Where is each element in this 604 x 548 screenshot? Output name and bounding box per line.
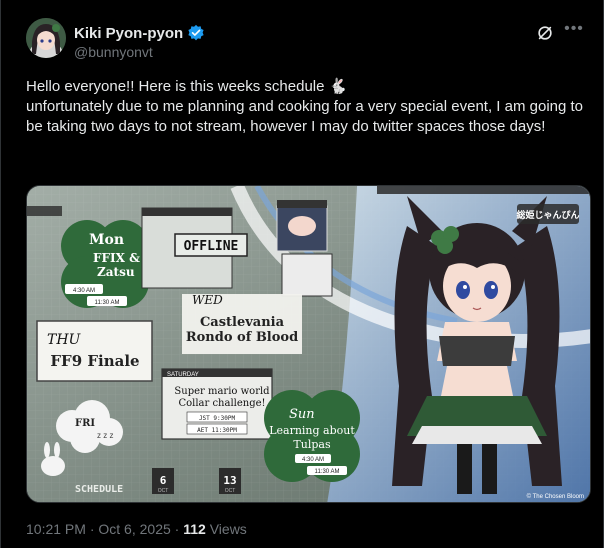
- month-end: OCT: [225, 488, 236, 494]
- sat-time-2: AET 11:30PM: [197, 427, 237, 434]
- tweet-text-line-2: unfortunately due to me planning and coo…: [26, 98, 584, 135]
- sat-title-1: Super mario world: [174, 386, 270, 397]
- author-display-name[interactable]: Kiki Pyon-pyon: [74, 25, 183, 42]
- date-end: 13: [223, 474, 236, 487]
- mon-day-label: Mon: [89, 232, 124, 248]
- tweet-meta: 10:21 PM · Oct 6, 2025 · 112 Views: [26, 521, 247, 537]
- meta-separator: ·: [89, 521, 95, 537]
- logo-text: 総姫じゃんぴん: [516, 209, 579, 220]
- tweet-card: Kiki Pyon-pyon @bunnyonvt ••• Hello ever…: [0, 0, 604, 548]
- grok-icon[interactable]: [536, 24, 554, 42]
- tweet-header: Kiki Pyon-pyon @bunnyonvt •••: [26, 18, 586, 62]
- month-start: OCT: [158, 488, 169, 494]
- author-handle[interactable]: @bunnyonvt: [74, 44, 153, 60]
- thu-day-label: THU: [47, 332, 82, 348]
- meta-separator-2: ·: [174, 521, 180, 537]
- credit-text: © The Chosen Bloom: [527, 493, 584, 500]
- sun-time-2: 11:30 AM: [315, 469, 340, 475]
- fri-label: FRI: [75, 418, 95, 429]
- avatar[interactable]: [26, 18, 66, 58]
- tweet-text: Hello everyone!! Here is this weeks sche…: [26, 77, 591, 137]
- sat-time-1: JST 9:30PM: [199, 415, 236, 422]
- tweet-text-line-1: Hello everyone!! Here is this weeks sche…: [26, 78, 348, 95]
- mon-time-2: 11:30 AM: [95, 300, 120, 306]
- sat-title-2: Collar challenge!: [178, 398, 265, 409]
- mon-time-1: 4:30 AM: [73, 288, 95, 294]
- mon-title-2: Zatsu: [97, 265, 135, 279]
- schedule-graphic: Mon FFIX & Zatsu 4:30 AM 11:30 AM OFFLIN…: [27, 186, 590, 502]
- offline-label: OFFLINE: [184, 239, 239, 254]
- sun-time-1: 4:30 AM: [302, 457, 324, 463]
- date-start: 6: [160, 474, 167, 487]
- verified-badge-icon: [188, 24, 204, 41]
- schedule-word: SCHEDULE: [75, 484, 123, 495]
- views-label: Views: [209, 521, 247, 537]
- sun-title-2: Tulpas: [293, 438, 331, 451]
- tweet-time[interactable]: 10:21 PM: [26, 521, 86, 537]
- mon-title-1: FFIX &: [93, 251, 140, 265]
- sun-title-1: Learning about: [269, 424, 355, 437]
- avatar-image: [26, 18, 66, 58]
- wed-title-2: Rondo of Blood: [186, 330, 298, 345]
- sun-day-label: Sun: [289, 407, 315, 422]
- tweet-media-image[interactable]: Mon FFIX & Zatsu 4:30 AM 11:30 AM OFFLIN…: [26, 185, 591, 503]
- fri-sleep-z: z z z: [97, 431, 113, 440]
- thu-title: FF9 Finale: [50, 352, 139, 370]
- tweet-date[interactable]: Oct 6, 2025: [98, 521, 170, 537]
- author-name-row: Kiki Pyon-pyon: [74, 24, 205, 42]
- sat-label: SATURDAY: [167, 372, 199, 378]
- more-options-icon[interactable]: •••: [562, 21, 586, 40]
- wed-day-label: WED: [192, 293, 223, 307]
- views-count: 112: [183, 521, 206, 537]
- wed-title-1: Castlevania: [200, 315, 285, 330]
